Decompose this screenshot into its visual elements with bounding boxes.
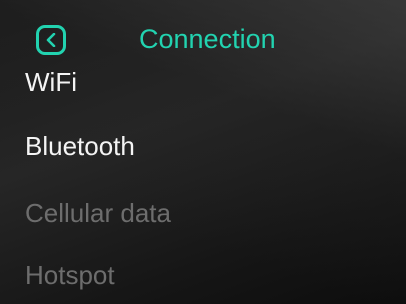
menu-item-hotspot: Hotspot [25, 260, 115, 290]
chevron-left-icon [46, 33, 56, 47]
menu-item-wifi[interactable]: WiFi [25, 66, 77, 98]
menu-item-cellular-data: Cellular data [25, 198, 171, 228]
page-title: Connection [139, 24, 276, 54]
connection-screen: Connection WiFi Bluetooth Cellular data … [0, 0, 406, 304]
menu-item-bluetooth[interactable]: Bluetooth [25, 130, 135, 162]
back-button[interactable] [36, 25, 66, 55]
